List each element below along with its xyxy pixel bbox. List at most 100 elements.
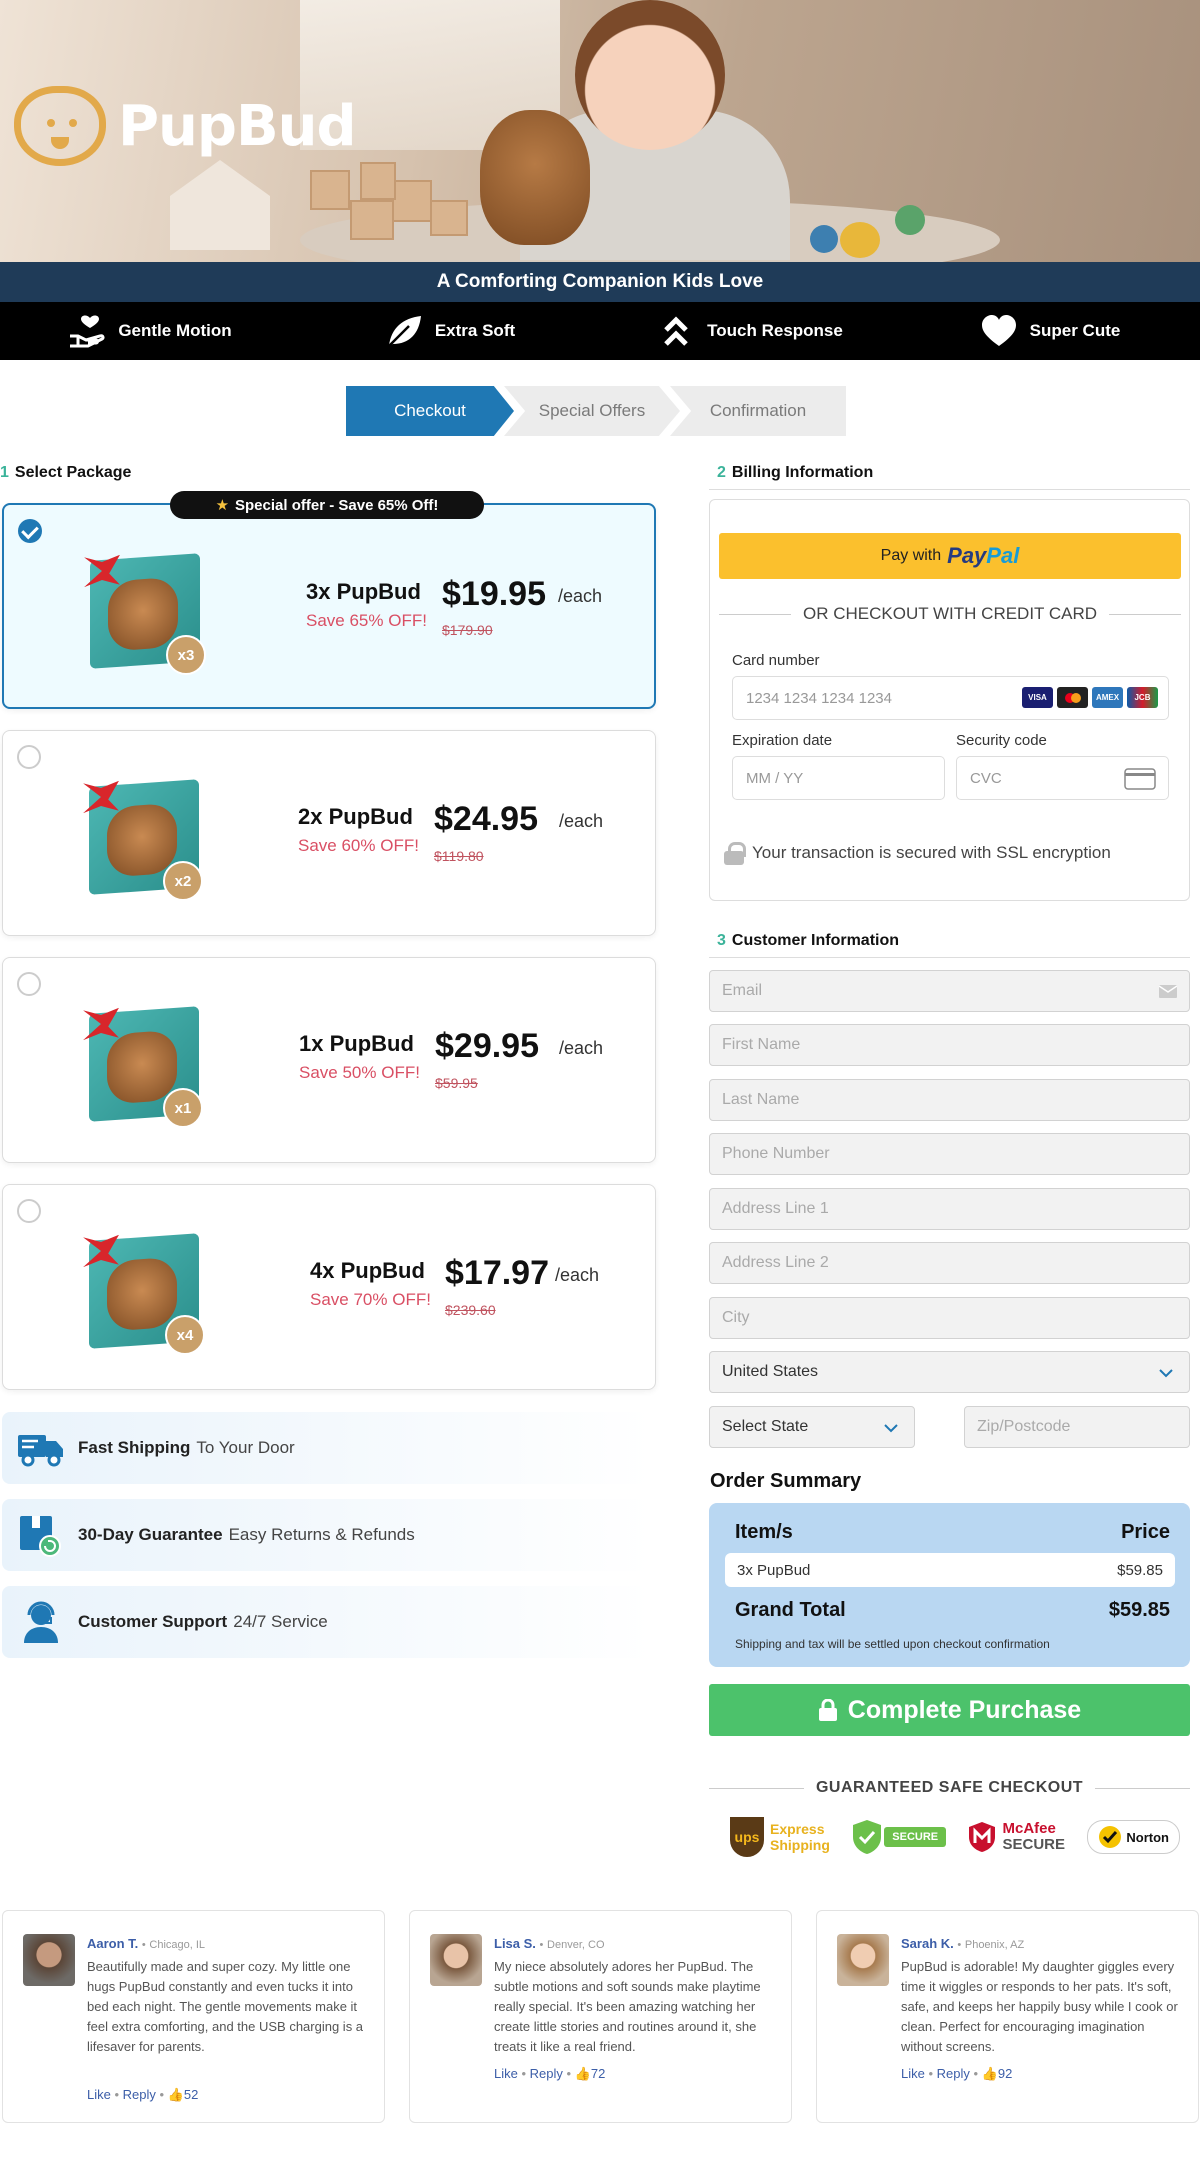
summary-item-header: Item/s [735,1521,793,1543]
reply-link[interactable]: Reply [530,2066,563,2081]
paypal-button[interactable]: Pay with PayPal [719,533,1181,579]
separator: • [928,2066,934,2081]
billing-title: 2 Billing Information [717,464,873,482]
package-radio-checked[interactable] [18,519,42,543]
package-name: 2x PupBud [298,804,413,829]
reviewer-name[interactable]: Lisa S. [494,1936,536,1951]
section-title-text: Customer Information [731,932,900,949]
trust-bold: Fast Shipping [78,1438,191,1457]
address-line-2-field[interactable]: Address Line 2 [709,1242,1190,1284]
hero-toy-ball [810,225,838,253]
package-option-2x[interactable]: x2 2x PupBud Save 60% OFF! $24.95 /each … [2,730,656,936]
like-link[interactable]: Like [494,2066,518,2081]
reviewer-info: Sarah K. • Phoenix, AZ [901,1936,1024,1951]
package-save: Save 65% OFF! [306,611,427,630]
headset-agent-icon [24,1601,58,1643]
quantity-badge: x4 [165,1315,205,1355]
card-number-placeholder: 1234 1234 1234 1234 [746,689,892,707]
email-field[interactable]: Email [709,970,1190,1012]
zip-field[interactable]: Zip/Postcode [964,1406,1190,1448]
last-name-field[interactable]: Last Name [709,1079,1190,1121]
paypal-logo: PayPal [947,543,1019,569]
package-old-price: $59.95 [435,1075,478,1091]
package-name: 1x PupBud [299,1031,414,1056]
chevron-down-icon [884,1424,898,1433]
card-brands: VISA AMEX JCB [1022,687,1158,708]
reviewer-name[interactable]: Aaron T. [87,1936,138,1951]
ups-express-logo: ups Express Shipping [730,1817,830,1857]
step-confirmation[interactable]: Confirmation [670,386,846,436]
package-radio[interactable] [17,745,41,769]
email-placeholder: Email [722,982,763,999]
state-value: Select State [722,1418,809,1435]
package-option-3x[interactable]: x3 3x PupBud Save 65% OFF! $19.95 /each … [2,503,656,709]
card-number-label: Card number [732,652,820,669]
package-radio[interactable] [17,972,41,996]
amex-icon: AMEX [1092,687,1123,708]
mcafee-logo: McAfee SECURE [968,1821,1065,1853]
hero-toy-ball [840,222,880,258]
double-chevron-up-icon [664,316,688,346]
reviewer-avatar [837,1934,889,1986]
separator: • [539,1939,544,1951]
package-option-4x[interactable]: x4 4x PupBud Save 70% OFF! $17.97 /each … [2,1184,656,1390]
reply-link[interactable]: Reply [123,2087,156,2102]
summary-header: Item/s Price [735,1521,1170,1544]
package-price: $24.95 [434,800,538,838]
package-price: $29.95 [435,1027,539,1065]
security-code-input[interactable]: CVC [956,756,1169,800]
phone-field[interactable]: Phone Number [709,1133,1190,1175]
reply-link[interactable]: Reply [937,2066,970,2081]
feature-label: Touch Response [707,321,843,340]
address-line-1-placeholder: Address Line 1 [722,1200,829,1217]
jcb-icon: JCB [1127,687,1158,708]
step-checkout[interactable]: Checkout [346,386,514,436]
state-select[interactable]: Select State [709,1406,915,1448]
like-link[interactable]: Like [87,2087,111,2102]
address-line-1-field[interactable]: Address Line 1 [709,1188,1190,1230]
summary-item-name: 3x PupBud [737,1561,811,1579]
norton-logo: Norton [1087,1820,1180,1854]
special-offer-text: Special offer - Save 65% Off! [235,496,439,514]
thumbs-up-icon: 👍 [167,2087,184,2102]
brand-logo[interactable]: PupBud [14,86,357,166]
first-name-field[interactable]: First Name [709,1024,1190,1066]
paypal-logo-b: Pal [986,543,1020,568]
first-name-placeholder: First Name [722,1036,801,1053]
card-number-input[interactable]: 1234 1234 1234 1234 VISA AMEX JCB [732,676,1169,720]
package-price: $17.97 [445,1254,549,1292]
section-title-text: Select Package [14,464,132,481]
step-special-offers[interactable]: Special Offers [504,386,680,436]
reviewer-avatar [23,1934,75,1986]
visa-icon: VISA [1022,687,1053,708]
grand-total-label: Grand Total [735,1599,846,1621]
package-old-price: $179.90 [442,622,493,638]
reviewer-location: Denver, CO [547,1939,605,1951]
feature-bar: Gentle Motion Extra Soft Touch Response … [0,302,1200,360]
summary-line-item: 3x PupBud $59.85 [725,1553,1175,1587]
or-divider: OR CHECKOUT WITH CREDIT CARD [719,604,1182,624]
reviewer-name[interactable]: Sarah K. [901,1936,954,1951]
separator: • [141,1939,146,1951]
star-icon: ★ [215,497,230,514]
complete-purchase-button[interactable]: Complete Purchase [709,1684,1190,1736]
expiration-input[interactable]: MM / YY [732,756,945,800]
order-summary-title: Order Summary [710,1470,862,1492]
section-number: 1 [0,464,9,481]
like-link[interactable]: Like [901,2066,925,2081]
package-old-price: $239.60 [445,1302,496,1318]
checkout-steps: Checkout Special Offers Confirmation [346,386,846,436]
country-select[interactable]: United States [709,1351,1190,1393]
review-actions: Like • Reply • 👍52 [87,2087,198,2103]
reviewer-info: Aaron T. • Chicago, IL [87,1936,205,1951]
trust-text: Easy Returns & Refunds [228,1525,415,1544]
section-number: 2 [717,464,726,481]
package-name: 4x PupBud [310,1258,425,1283]
trust-text: 24/7 Service [233,1612,328,1631]
package-option-1x[interactable]: x1 1x PupBud Save 50% OFF! $29.95 /each … [2,957,656,1163]
package-each: /each [559,1038,604,1058]
paypal-prefix: Pay with [880,547,942,564]
package-radio[interactable] [17,1199,41,1223]
city-field[interactable]: City [709,1297,1190,1339]
phone-placeholder: Phone Number [722,1145,830,1162]
